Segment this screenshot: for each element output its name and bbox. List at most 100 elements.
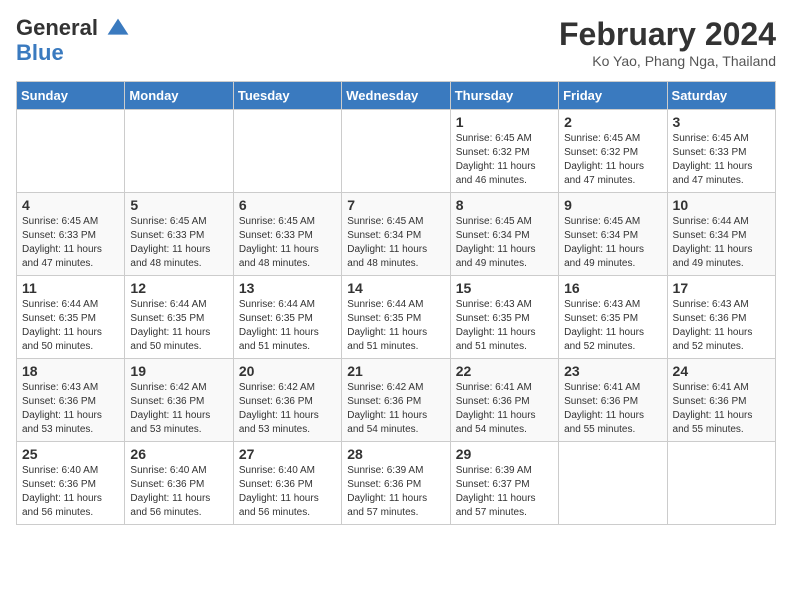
calendar-cell [342,110,450,193]
calendar-cell: 2 Sunrise: 6:45 AM Sunset: 6:32 PM Daylig… [559,110,667,193]
day-number: 23 [564,363,661,379]
calendar-cell: 29 Sunrise: 6:39 AM Sunset: 6:37 PM Dayli… [450,442,558,525]
calendar-week-row: 25 Sunrise: 6:40 AM Sunset: 6:36 PM Dayli… [17,442,776,525]
calendar-cell: 26 Sunrise: 6:40 AM Sunset: 6:36 PM Dayli… [125,442,233,525]
calendar-table: SundayMondayTuesdayWednesdayThursdayFrid… [16,81,776,525]
day-number: 17 [673,280,770,296]
logo: General Blue [16,16,130,65]
calendar-cell: 10Sunrise: 6:44 AM Sunset: 6:34 PM Dayli… [667,193,775,276]
day-info: Sunrise: 6:44 AM Sunset: 6:35 PM Dayligh… [239,298,336,354]
calendar-cell: 25 Sunrise: 6:40 AM Sunset: 6:36 PM Dayli… [17,442,125,525]
day-number: 10 [673,197,770,213]
day-number: 25 [22,446,119,462]
day-info: Sunrise: 6:45 AM Sunset: 6:34 PM Dayligh… [564,215,661,271]
day-info: Sunrise: 6:44 AM Sunset: 6:35 PM Dayligh… [130,298,227,354]
day-of-week-header: Monday [125,82,233,110]
day-number: 6 [239,197,336,213]
calendar-cell: 15 Sunrise: 6:43 AM Sunset: 6:35 PM Dayli… [450,276,558,359]
calendar-week-row: 1 Sunrise: 6:45 AM Sunset: 6:32 PM Daylig… [17,110,776,193]
calendar-title: February 2024 [559,16,776,53]
page-header: General Blue February 2024 Ko Yao, Phang… [16,16,776,69]
calendar-cell: 8Sunrise: 6:45 AM Sunset: 6:34 PM Daylig… [450,193,558,276]
calendar-cell: 4 Sunrise: 6:45 AM Sunset: 6:33 PM Daylig… [17,193,125,276]
day-info: Sunrise: 6:41 AM Sunset: 6:36 PM Dayligh… [564,381,661,437]
day-info: Sunrise: 6:43 AM Sunset: 6:35 PM Dayligh… [456,298,553,354]
calendar-cell: 12 Sunrise: 6:44 AM Sunset: 6:35 PM Dayli… [125,276,233,359]
day-number: 2 [564,114,661,130]
calendar-cell: 1 Sunrise: 6:45 AM Sunset: 6:32 PM Daylig… [450,110,558,193]
calendar-cell: 22 Sunrise: 6:41 AM Sunset: 6:36 PM Dayli… [450,359,558,442]
day-info: Sunrise: 6:43 AM Sunset: 6:36 PM Dayligh… [673,298,770,354]
day-number: 22 [456,363,553,379]
day-number: 12 [130,280,227,296]
calendar-cell: 9 Sunrise: 6:45 AM Sunset: 6:34 PM Daylig… [559,193,667,276]
day-number: 19 [130,363,227,379]
calendar-cell [125,110,233,193]
calendar-cell: 16 Sunrise: 6:43 AM Sunset: 6:35 PM Dayli… [559,276,667,359]
day-number: 7 [347,197,444,213]
day-of-week-header: Friday [559,82,667,110]
day-info: Sunrise: 6:42 AM Sunset: 6:36 PM Dayligh… [347,381,444,437]
day-info: Sunrise: 6:40 AM Sunset: 6:36 PM Dayligh… [239,464,336,520]
day-info: Sunrise: 6:39 AM Sunset: 6:37 PM Dayligh… [456,464,553,520]
calendar-week-row: 18 Sunrise: 6:43 AM Sunset: 6:36 PM Dayli… [17,359,776,442]
calendar-header-row: SundayMondayTuesdayWednesdayThursdayFrid… [17,82,776,110]
day-number: 21 [347,363,444,379]
calendar-cell [233,110,341,193]
day-number: 26 [130,446,227,462]
day-number: 16 [564,280,661,296]
day-info: Sunrise: 6:45 AM Sunset: 6:32 PM Dayligh… [456,132,553,188]
day-info: Sunrise: 6:45 AM Sunset: 6:33 PM Dayligh… [22,215,119,271]
calendar-week-row: 4 Sunrise: 6:45 AM Sunset: 6:33 PM Daylig… [17,193,776,276]
calendar-cell: 23 Sunrise: 6:41 AM Sunset: 6:36 PM Dayli… [559,359,667,442]
day-number: 9 [564,197,661,213]
day-info: Sunrise: 6:39 AM Sunset: 6:36 PM Dayligh… [347,464,444,520]
calendar-cell [17,110,125,193]
day-number: 1 [456,114,553,130]
day-of-week-header: Wednesday [342,82,450,110]
day-of-week-header: Tuesday [233,82,341,110]
calendar-week-row: 11Sunrise: 6:44 AM Sunset: 6:35 PM Dayli… [17,276,776,359]
day-number: 28 [347,446,444,462]
day-info: Sunrise: 6:41 AM Sunset: 6:36 PM Dayligh… [456,381,553,437]
day-info: Sunrise: 6:42 AM Sunset: 6:36 PM Dayligh… [130,381,227,437]
calendar-cell: 19 Sunrise: 6:42 AM Sunset: 6:36 PM Dayli… [125,359,233,442]
calendar-cell: 24Sunrise: 6:41 AM Sunset: 6:36 PM Dayli… [667,359,775,442]
calendar-cell: 18 Sunrise: 6:43 AM Sunset: 6:36 PM Dayli… [17,359,125,442]
day-number: 18 [22,363,119,379]
day-info: Sunrise: 6:45 AM Sunset: 6:33 PM Dayligh… [673,132,770,188]
day-info: Sunrise: 6:45 AM Sunset: 6:33 PM Dayligh… [130,215,227,271]
day-of-week-header: Sunday [17,82,125,110]
day-number: 14 [347,280,444,296]
calendar-cell: 3 Sunrise: 6:45 AM Sunset: 6:33 PM Daylig… [667,110,775,193]
day-info: Sunrise: 6:40 AM Sunset: 6:36 PM Dayligh… [22,464,119,520]
day-info: Sunrise: 6:45 AM Sunset: 6:34 PM Dayligh… [347,215,444,271]
title-block: February 2024 Ko Yao, Phang Nga, Thailan… [559,16,776,69]
day-info: Sunrise: 6:43 AM Sunset: 6:35 PM Dayligh… [564,298,661,354]
day-info: Sunrise: 6:43 AM Sunset: 6:36 PM Dayligh… [22,381,119,437]
calendar-cell: 14Sunrise: 6:44 AM Sunset: 6:35 PM Dayli… [342,276,450,359]
day-info: Sunrise: 6:41 AM Sunset: 6:36 PM Dayligh… [673,381,770,437]
calendar-subtitle: Ko Yao, Phang Nga, Thailand [559,53,776,69]
calendar-cell: 21 Sunrise: 6:42 AM Sunset: 6:36 PM Dayli… [342,359,450,442]
day-info: Sunrise: 6:44 AM Sunset: 6:35 PM Dayligh… [22,298,119,354]
day-number: 15 [456,280,553,296]
logo-line2: Blue [16,40,64,65]
calendar-cell [559,442,667,525]
calendar-cell: 20 Sunrise: 6:42 AM Sunset: 6:36 PM Dayli… [233,359,341,442]
calendar-cell: 7 Sunrise: 6:45 AM Sunset: 6:34 PM Daylig… [342,193,450,276]
day-info: Sunrise: 6:45 AM Sunset: 6:34 PM Dayligh… [456,215,553,271]
logo-line1: General [16,15,98,40]
day-number: 29 [456,446,553,462]
day-info: Sunrise: 6:45 AM Sunset: 6:32 PM Dayligh… [564,132,661,188]
day-info: Sunrise: 6:45 AM Sunset: 6:33 PM Dayligh… [239,215,336,271]
day-number: 4 [22,197,119,213]
day-number: 27 [239,446,336,462]
day-number: 3 [673,114,770,130]
day-of-week-header: Thursday [450,82,558,110]
day-number: 5 [130,197,227,213]
day-info: Sunrise: 6:42 AM Sunset: 6:36 PM Dayligh… [239,381,336,437]
day-info: Sunrise: 6:40 AM Sunset: 6:36 PM Dayligh… [130,464,227,520]
calendar-cell: 28 Sunrise: 6:39 AM Sunset: 6:36 PM Dayli… [342,442,450,525]
day-number: 20 [239,363,336,379]
